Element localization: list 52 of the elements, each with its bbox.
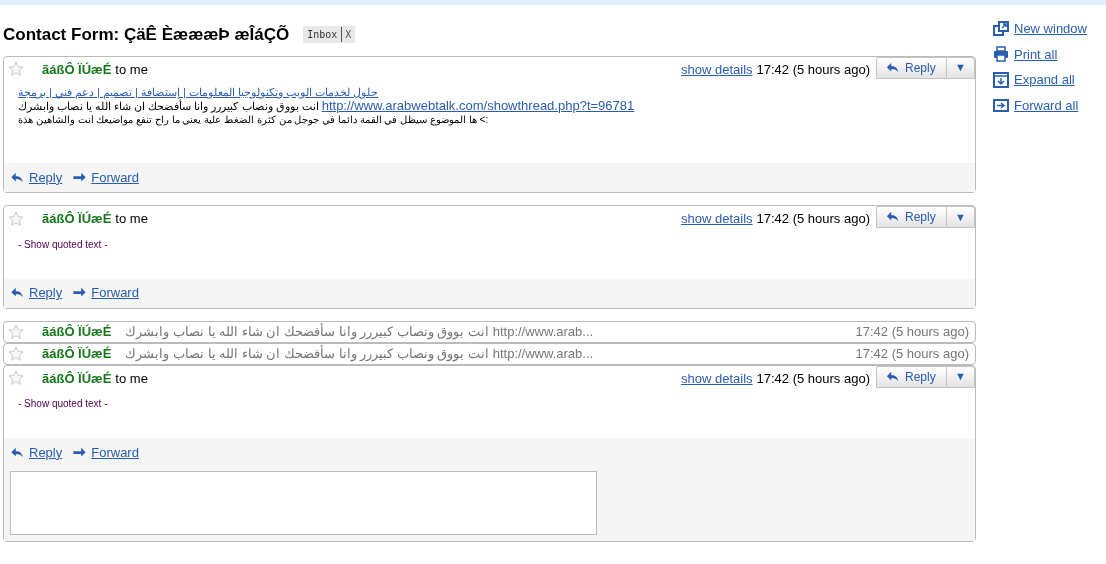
- show-details-link[interactable]: show details: [681, 368, 753, 388]
- message-time: 17:42 (5 hours ago): [855, 322, 969, 341]
- sender-name: ãáßÔ ÏÚæÉ: [42, 369, 112, 388]
- reply-link[interactable]: Reply: [29, 283, 63, 303]
- more-menu-button[interactable]: ▼: [947, 56, 975, 79]
- show-quoted-text-link[interactable]: - Show quoted text -: [18, 236, 975, 252]
- message-time: 17:42 (5 hours ago): [756, 210, 870, 228]
- message-time: 17:42 (5 hours ago): [855, 344, 969, 363]
- recipient-text: to me: [115, 210, 148, 228]
- sender-name: ãáßÔ ÏÚæÉ: [42, 322, 112, 341]
- star-icon[interactable]: [8, 370, 24, 387]
- new-window-icon: [993, 20, 1009, 37]
- sender-name: ãáßÔ ÏÚæÉ: [42, 60, 112, 79]
- forward-link[interactable]: Forward: [91, 167, 139, 188]
- expand-icon: [993, 71, 1009, 88]
- star-icon[interactable]: [8, 61, 24, 78]
- reply-link[interactable]: Reply: [29, 167, 63, 188]
- side-action-link[interactable]: Forward all: [1014, 95, 1079, 115]
- side-action-link[interactable]: Expand all: [1014, 70, 1075, 90]
- subject-title: Contact Form: ÇäÊ ÈæææÞ æÎáÇÕ: [3, 24, 290, 46]
- reply-button[interactable]: Reply: [876, 56, 947, 79]
- star-icon[interactable]: [8, 210, 24, 227]
- printer-icon: [993, 46, 1009, 63]
- message-link[interactable]: حلول لخدمات الويب وتكنولوجيا المعلومات | إستضافة | تصميم | دعم فني | برمجة: [18, 86, 379, 98]
- message-time: 17:42 (5 hours ago): [756, 60, 870, 79]
- recipient-text: to me: [115, 60, 148, 79]
- message-snippet: انت بووق ونصاب كبيررر وانا سأفضحك ان شاء الله يا نصاب وابشرك http://www.arab...: [125, 322, 594, 342]
- side-action-link[interactable]: Print all: [1014, 44, 1058, 64]
- label-text: Inbox: [307, 27, 343, 43]
- show-details-link[interactable]: show details: [681, 59, 753, 79]
- sender-name: ãáßÔ ÏÚæÉ: [42, 344, 112, 363]
- reply-input-field[interactable]: [10, 471, 597, 535]
- reply-button[interactable]: Reply: [876, 206, 947, 228]
- more-menu-button[interactable]: ▼: [947, 206, 975, 228]
- forward-link[interactable]: Forward: [91, 442, 139, 463]
- side-action-link[interactable]: New window: [1014, 19, 1087, 39]
- reply-link[interactable]: Reply: [29, 442, 63, 463]
- message-time: 17:42 (5 hours ago): [756, 369, 870, 388]
- star-icon[interactable]: [8, 323, 24, 340]
- label-remove-button[interactable]: X: [342, 27, 352, 43]
- message-snippet: انت بووق ونصاب كبيررر وانا سأفضحك ان شاء الله يا نصاب وابشرك http://www.arab...: [125, 344, 594, 364]
- url-link[interactable]: http://www.arabwebtalk.com/showthread.php?t=96781: [321, 98, 635, 113]
- forward-box-icon: [993, 97, 1009, 114]
- sender-name: ãáßÔ ÏÚæÉ: [42, 210, 112, 228]
- star-icon[interactable]: [8, 345, 24, 362]
- forward-link[interactable]: Forward: [91, 283, 139, 303]
- more-menu-button[interactable]: ▼: [947, 365, 975, 388]
- show-quoted-text-link[interactable]: - Show quoted text -: [18, 396, 975, 411]
- reply-button[interactable]: Reply: [876, 365, 947, 388]
- recipient-text: to me: [115, 369, 148, 388]
- show-details-link[interactable]: show details: [681, 209, 753, 229]
- message-text: ها الموضوع سيظل في القمة دائما في جوجل من كثرة الضغط علية يعني ما راح تنفع مواضيعك انت والشاهين هذة <:: [18, 113, 490, 127]
